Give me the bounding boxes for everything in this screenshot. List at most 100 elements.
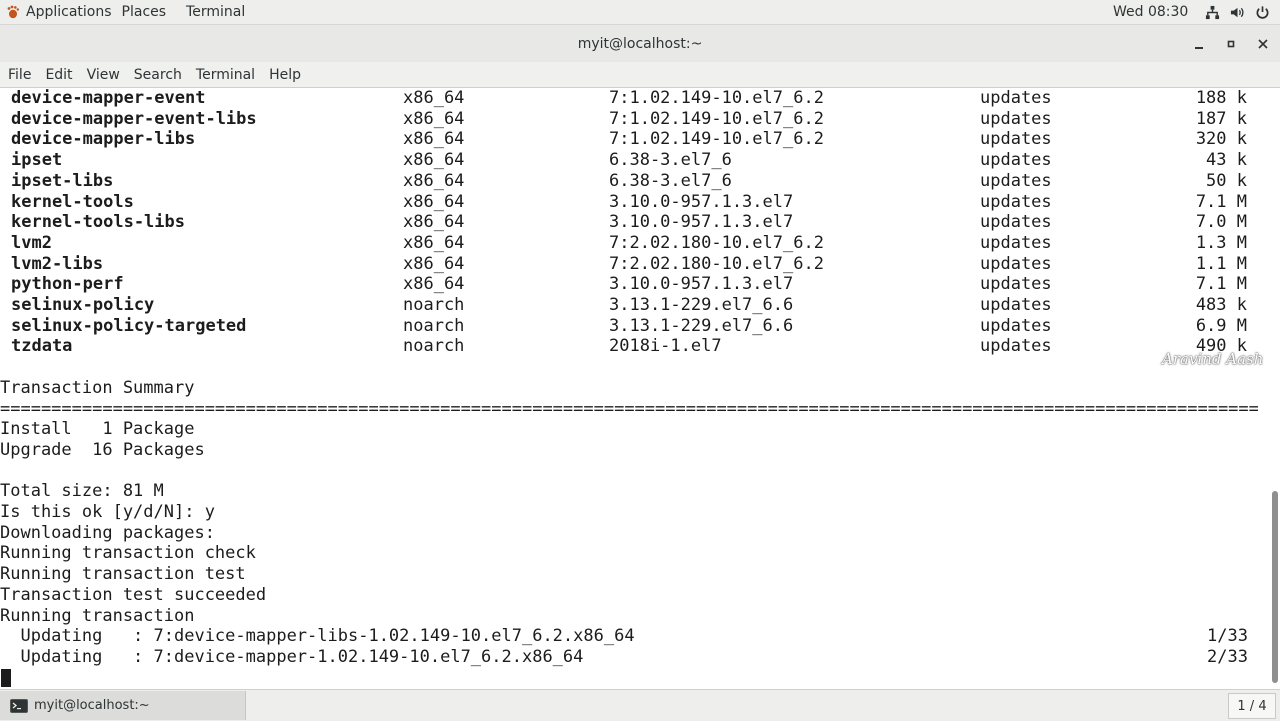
power-icon (1256, 5, 1269, 19)
package-version: 6.38-3.el7_6 (609, 170, 732, 191)
terminal-scrollbar[interactable] (1270, 88, 1280, 688)
menu-terminal[interactable]: Terminal (190, 67, 261, 83)
package-repo: updates (980, 191, 1052, 212)
package-version: 3.10.0-957.1.3.el7 (609, 274, 794, 295)
package-repo: updates (980, 129, 1052, 150)
package-name: kernel-tools (11, 191, 134, 212)
minimize-icon (1195, 46, 1203, 49)
package-version: 3.10.0-957.1.3.el7 (609, 212, 794, 233)
package-version: 7:2.02.180-10.el7_6.2 (609, 253, 824, 274)
package-size: 320 k (1195, 129, 1247, 150)
package-name: tzdata (11, 336, 73, 357)
separator-line: ========================================… (0, 398, 1258, 419)
package-repo: updates (980, 274, 1052, 295)
package-arch: x86_64 (403, 274, 465, 295)
package-repo: updates (980, 253, 1052, 274)
package-arch: noarch (403, 295, 465, 315)
menu-view[interactable]: View (81, 67, 126, 83)
scrollbar-thumb[interactable] (1272, 491, 1278, 683)
package-size: 187 k (1195, 108, 1247, 129)
package-arch: x86_64 (403, 253, 465, 274)
package-name: python-perf (11, 274, 124, 295)
close-icon (1258, 38, 1268, 49)
package-size: 50 k (1206, 170, 1247, 191)
applications-menu[interactable]: Applications (6, 4, 112, 20)
package-repo: updates (980, 336, 1052, 357)
package-size: 43 k (1206, 150, 1247, 171)
progress-count: 2/33 (1207, 646, 1248, 667)
package-version: 7:1.02.149-10.el7_6.2 (609, 88, 824, 108)
package-arch: x86_64 (403, 212, 465, 233)
package-row: selinux-policy noarch 3.13.1-229.el7_6.6… (0, 295, 1260, 315)
package-arch: x86_64 (403, 150, 465, 171)
package-version: 6.38-3.el7_6 (609, 150, 732, 171)
install-count: Install 1 Package (0, 419, 195, 440)
maximize-icon (1227, 40, 1235, 47)
system-tray[interactable] (1205, 0, 1270, 24)
upgrade-count: Upgrade 16 Packages (0, 439, 205, 460)
summary-title: Transaction Summary (0, 377, 195, 398)
terminal-menubar: File Edit View Search Terminal Help (0, 62, 1280, 88)
package-row: device-mapper-event-libs x86_64 7:1.02.1… (0, 109, 1260, 129)
package-name: device-mapper-libs (11, 129, 196, 150)
terminal-output[interactable]: device-mapper-event x86_64 7:1.02.149-10… (0, 88, 1270, 688)
progress-line: Updating : 7:device-mapper-libs-1.02.149… (0, 626, 635, 647)
volume-icon (1230, 7, 1244, 17)
package-row: device-mapper-libs x86_64 7:1.02.149-10.… (0, 129, 1260, 149)
package-name: device-mapper-event (11, 88, 206, 108)
check-line: Running transaction check (0, 543, 256, 564)
succeeded-line: Transaction test succeeded (0, 584, 267, 605)
window-title: myit@localhost:~ (577, 35, 703, 52)
package-repo: updates (980, 212, 1052, 233)
package-size: 7.1 M (1195, 274, 1247, 295)
package-row: selinux-policy-targeted noarch 3.13.1-22… (0, 316, 1260, 336)
places-menu[interactable]: Places (112, 0, 177, 24)
menu-search[interactable]: Search (128, 67, 188, 83)
package-version: 3.13.1-229.el7_6.6 (609, 295, 794, 315)
package-size: 188 k (1195, 88, 1247, 108)
package-arch: noarch (403, 315, 465, 336)
workspace-switcher[interactable]: 1 / 4 (1228, 693, 1276, 719)
watermark-signature: Aravind Aash (1162, 350, 1264, 368)
package-size: 7.1 M (1195, 191, 1247, 212)
package-name: selinux-policy-targeted (11, 315, 247, 336)
taskbar-window-item[interactable]: myit@localhost:~ (0, 691, 246, 720)
applications-label: Applications (26, 4, 112, 20)
package-name: lvm2 (11, 232, 52, 253)
package-version: 3.13.1-229.el7_6.6 (609, 315, 794, 336)
maximize-button[interactable] (1217, 25, 1245, 62)
package-repo: updates (980, 232, 1052, 253)
package-row: tzdata noarch 2018i-1.el7 updates 490 k (0, 336, 1260, 356)
minimize-button[interactable] (1185, 25, 1213, 62)
package-arch: x86_64 (403, 88, 465, 108)
network-icon (1205, 5, 1220, 19)
downloading-line: Downloading packages: (0, 522, 215, 543)
package-name: selinux-policy (11, 295, 155, 315)
test-line: Running transaction test (0, 564, 246, 585)
top-panel: Applications Places Terminal Wed 08:30 (0, 0, 1280, 25)
package-row: kernel-tools x86_64 3.10.0-957.1.3.el7 u… (0, 192, 1260, 212)
confirm-prompt: Is this ok [y/d/N]: y (0, 502, 215, 522)
package-size: 6.9 M (1195, 315, 1247, 336)
package-name: kernel-tools-libs (11, 212, 185, 233)
package-name: lvm2-libs (11, 253, 104, 274)
package-version: 3.10.0-957.1.3.el7 (609, 191, 794, 212)
package-row: python-perf x86_64 3.10.0-957.1.3.el7 up… (0, 274, 1260, 294)
terminal-app-menu[interactable]: Terminal (176, 0, 255, 24)
package-version: 7:1.02.149-10.el7_6.2 (609, 129, 824, 150)
package-version: 7:1.02.149-10.el7_6.2 (609, 108, 824, 129)
package-size: 1.1 M (1195, 253, 1247, 274)
menu-help[interactable]: Help (263, 67, 307, 83)
menu-file[interactable]: File (2, 67, 37, 83)
gnome-foot-icon (7, 5, 19, 19)
close-button[interactable] (1249, 25, 1277, 62)
clock[interactable]: Wed 08:30 (1113, 0, 1188, 24)
bottom-panel: myit@localhost:~ 1 / 4 (0, 689, 1280, 721)
package-row: lvm2 x86_64 7:2.02.180-10.el7_6.2 update… (0, 233, 1260, 253)
package-size: 1.3 M (1195, 232, 1247, 253)
terminal-icon (10, 698, 28, 713)
package-size: 7.0 M (1195, 212, 1247, 233)
menu-edit[interactable]: Edit (39, 67, 78, 83)
package-arch: noarch (403, 336, 465, 357)
window-titlebar[interactable]: myit@localhost:~ (0, 25, 1280, 62)
